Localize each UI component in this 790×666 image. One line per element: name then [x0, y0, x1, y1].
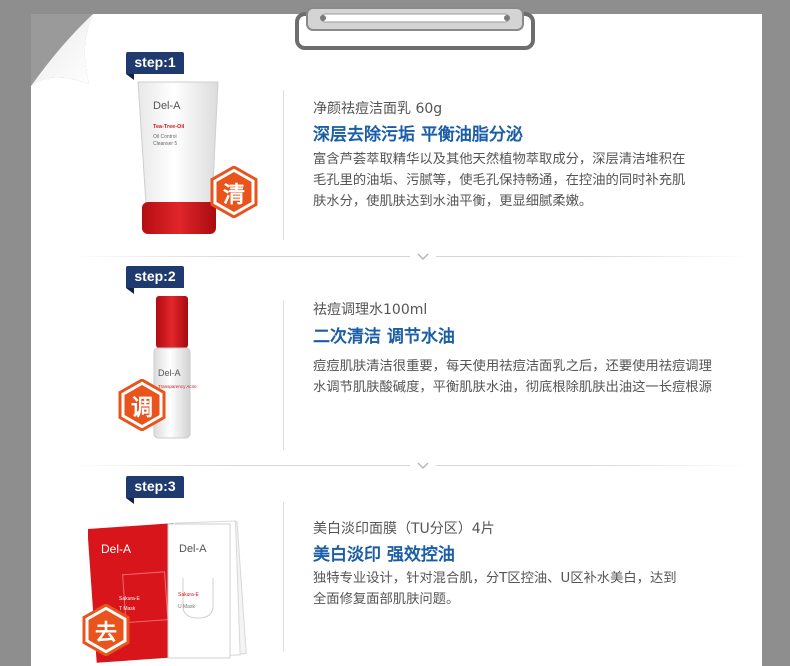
bottle-brand: Del-A: [158, 368, 181, 378]
description-line: 独特专业设计，针对混合肌，分T区控油、U区补水美白，达到: [313, 571, 677, 586]
product-headline: 二次清洁 调节水油: [313, 327, 455, 347]
product-description: 富含芦荟萃取精华以及其他天然植物萃取成分，深层清洁堆积在 毛孔里的油垢、污腻等，…: [313, 149, 753, 212]
description-line: 痘痘肌肤清洁很重要，每天使用祛痘洁面乳之后，还要使用祛痘调理: [313, 359, 712, 374]
description-line: 毛孔里的油垢、污腻等，使毛孔保持畅通，在控油的同时补充肌: [313, 173, 686, 188]
product-name: 美白淡印面膜（TU分区）4片: [313, 521, 495, 537]
mask-right-brand: Del-A: [179, 543, 207, 555]
step-tab-tail: [126, 288, 134, 294]
vertical-divider: [283, 90, 284, 240]
step-2-tab: step:2: [126, 266, 184, 294]
section-divider: [70, 660, 750, 666]
mask-right-sub: Sakura-E: [178, 592, 199, 598]
product-headline: 深层去除污垢 平衡油脂分泌: [313, 125, 523, 145]
step-3-label: step:3: [134, 478, 176, 494]
badge-char: 调: [130, 396, 153, 421]
section-divider: [70, 459, 750, 473]
vertical-divider: [283, 502, 284, 652]
tube-line-1: Tea-Tree-Oil: [153, 124, 185, 130]
section-divider: [70, 250, 750, 264]
step-tab-tail: [126, 498, 134, 504]
description-line: 富含芦荟萃取精华以及其他天然植物萃取成分，深层清洁堆积在: [313, 152, 686, 167]
step-2-label: step:2: [134, 268, 176, 284]
mask-left-sub: Sakura-E: [119, 596, 140, 602]
step-1-label: step:1: [134, 54, 176, 70]
description-line: 肤水分，使肌肤达到水油平衡，更显细腻柔嫩。: [313, 194, 593, 209]
description-line: 全面修复面部肌肤问题。: [313, 592, 460, 607]
product-description: 独特专业设计，针对混合肌，分T区控油、U区补水美白，达到 全面修复面部肌肤问题。: [313, 568, 753, 610]
tube-line-3: Cleanser 5: [153, 141, 178, 147]
chevron-down-icon: [410, 459, 436, 473]
badge-char: 清: [222, 183, 245, 208]
chevron-down-icon: [410, 250, 436, 264]
hexagon-badge: 调: [118, 379, 166, 431]
product-headline: 美白淡印 强效控油: [313, 545, 455, 565]
step-tab-tail: [126, 74, 134, 80]
hexagon-badge: 清: [210, 166, 258, 218]
badge-char: 去: [94, 621, 117, 646]
mask-right-type: U Mask: [178, 604, 195, 610]
product-description: 痘痘肌肤清洁很重要，每天使用祛痘洁面乳之后，还要使用祛痘调理 水调节肌肤酸碱度，…: [313, 356, 758, 398]
tube-line-2: Oil Control: [153, 134, 177, 140]
hexagon-badge: 去: [82, 604, 130, 656]
mask-left-brand: Del-A: [101, 542, 132, 556]
product-name: 净颜祛痘洁面乳 60g: [313, 101, 443, 117]
description-line: 水调节肌肤酸碱度，平衡肌肤水油，彻底根除肌肤出油这一长痘根源: [313, 380, 712, 395]
step-1-tab: step:1: [126, 52, 184, 80]
clipboard-clip-icon: [295, 7, 535, 50]
product-name: 祛痘调理水100ml: [313, 302, 428, 318]
tube-brand: Del-A: [153, 100, 181, 112]
step-3-tab: step:3: [126, 476, 184, 504]
vertical-divider: [283, 300, 284, 450]
